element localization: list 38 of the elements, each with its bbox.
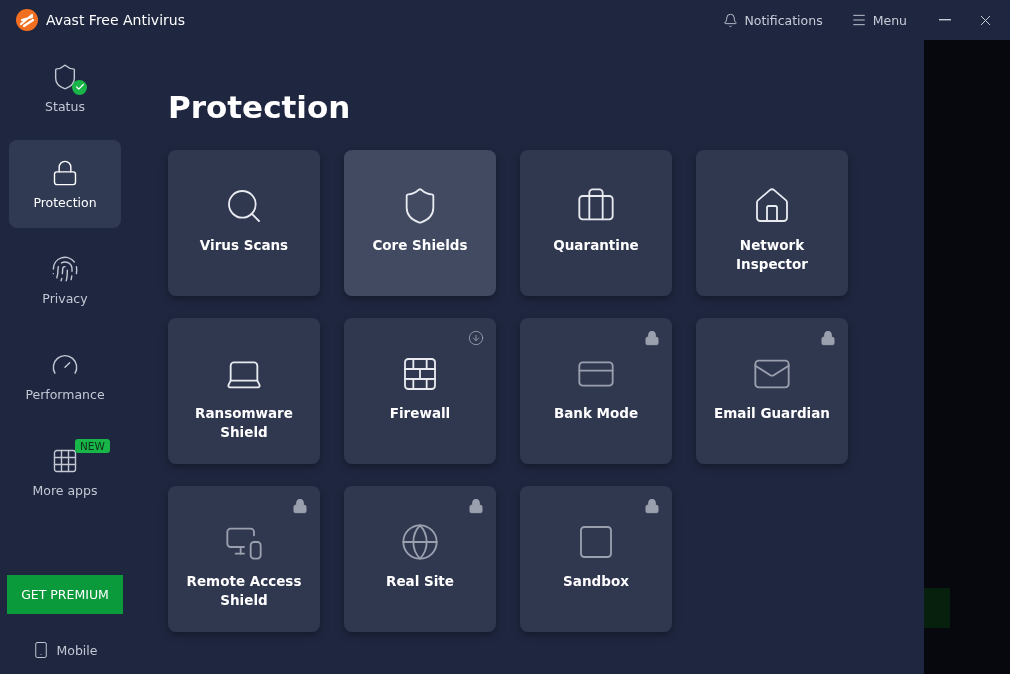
padlock-icon: [468, 498, 484, 514]
feature-tile[interactable]: Email Guardian: [696, 318, 848, 464]
feature-tile[interactable]: Real Site: [344, 486, 496, 632]
padlock-icon: [644, 498, 660, 514]
logo-icon: [16, 9, 38, 31]
feature-tile[interactable]: Firewall: [344, 318, 496, 464]
feature-tile[interactable]: Sandbox: [520, 486, 672, 632]
feature-tile[interactable]: Network Inspector: [696, 150, 848, 296]
download-icon: [468, 330, 484, 346]
padlock-icon: [292, 498, 308, 514]
feature-tile[interactable]: Virus Scans: [168, 150, 320, 296]
feature-tile[interactable]: Core Shields: [344, 150, 496, 296]
sidebar-item[interactable]: NEW More apps: [9, 428, 121, 516]
notifications-button[interactable]: Notifications: [717, 12, 829, 28]
window-title: Avast Free Antivirus: [46, 12, 186, 28]
sidebar-item[interactable]: Privacy: [9, 236, 121, 324]
menu-button[interactable]: Menu: [844, 12, 913, 28]
page-title: Protection: [168, 90, 352, 124]
padlock-icon: [644, 330, 660, 346]
feature-tile[interactable]: Ransomware Shield: [168, 318, 320, 464]
bell-icon: [723, 12, 739, 28]
get-premium-button[interactable]: GET PREMIUM: [7, 575, 123, 614]
check-icon: [72, 79, 87, 95]
feature-tile[interactable]: Remote Access Shield: [168, 486, 320, 632]
new-badge: NEW: [75, 438, 110, 453]
feature-tile[interactable]: Quarantine: [520, 150, 672, 296]
menu-icon: [850, 12, 867, 28]
minimize-icon: [939, 19, 951, 21]
lock-icon: [51, 158, 79, 187]
sidebar-item[interactable]: Protection: [9, 140, 121, 228]
fingerprint-icon: [51, 254, 79, 283]
padlock-icon: [820, 330, 836, 346]
sidebar-item[interactable]: Performance: [9, 332, 121, 420]
globe-icon: [400, 522, 440, 562]
feature-tile[interactable]: Bank Mode: [520, 318, 672, 464]
sidebar-item[interactable]: Status: [9, 44, 121, 132]
minimize-button[interactable]: [939, 19, 951, 21]
mobile-link[interactable]: Mobile: [26, 640, 104, 660]
